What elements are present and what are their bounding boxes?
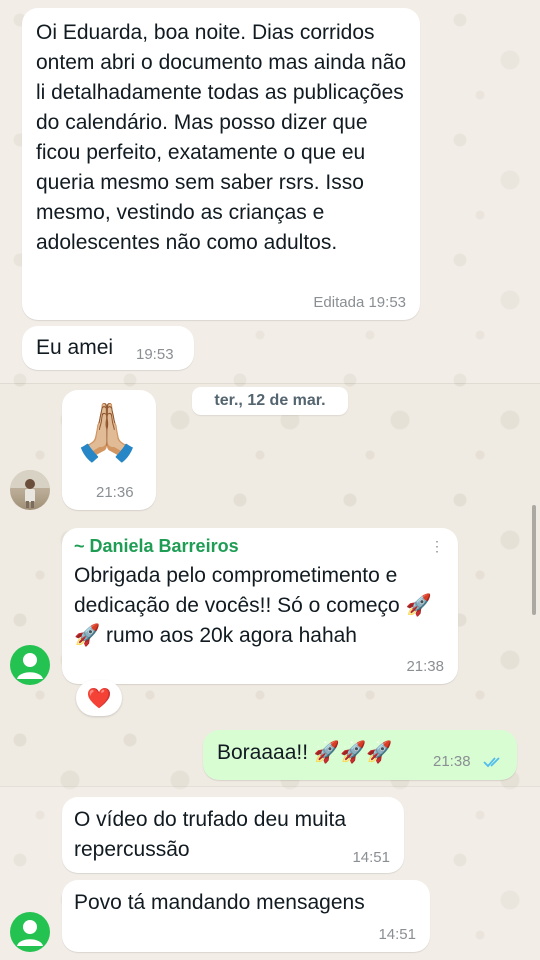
message-bubble[interactable]: ~ Daniela Barreiros Obrigada pelo compro… xyxy=(62,528,458,684)
reaction-heart[interactable]: ❤️ xyxy=(76,680,122,716)
divider xyxy=(0,383,540,384)
default-avatar-icon[interactable] xyxy=(10,912,50,952)
message-bubble[interactable]: O vídeo do trufado deu muita repercussão… xyxy=(62,797,404,873)
default-avatar-icon[interactable] xyxy=(10,645,50,685)
read-check-icon xyxy=(483,757,500,768)
sender-name[interactable]: ~ Daniela Barreiros xyxy=(74,536,444,557)
message-time: Editada 19:53 xyxy=(313,294,406,311)
emoji-folded-hands: 🙏🏼 xyxy=(72,400,142,463)
message-bubble[interactable]: Oi Eduarda, boa noite. Dias corridos ont… xyxy=(22,8,420,320)
message-text: Oi Eduarda, boa noite. Dias corridos ont… xyxy=(36,21,407,254)
message-bubble[interactable]: Eu amei 19:53 xyxy=(22,326,194,370)
message-text: Obrigada pelo comprometimento e dedicaçã… xyxy=(74,564,432,647)
message-bubble[interactable]: 🙏🏼 21:36 xyxy=(62,390,156,510)
heart-icon: ❤️ xyxy=(86,687,112,710)
message-time: 14:51 xyxy=(378,926,416,943)
message-text: Eu amei xyxy=(36,336,114,359)
message-bubble[interactable]: Povo tá mandando mensagens 14:51 xyxy=(62,880,430,952)
contact-avatar[interactable] xyxy=(10,470,50,510)
message-time: 14:51 xyxy=(352,849,390,866)
message-text: Povo tá mandando mensagens xyxy=(74,891,365,914)
more-dots[interactable]: ⋮ xyxy=(430,538,444,555)
message-time: 21:38 xyxy=(433,753,471,770)
scrollbar[interactable] xyxy=(532,505,536,615)
message-bubble-outgoing[interactable]: Boraaaa!! 🚀🚀🚀 21:38 xyxy=(203,730,517,780)
message-text: O vídeo do trufado deu muita repercussão xyxy=(74,808,347,861)
message-time: 21:36 xyxy=(96,484,134,501)
message-text: Boraaaa!! 🚀🚀🚀 xyxy=(217,741,393,764)
divider xyxy=(0,786,540,787)
message-time: 21:38 xyxy=(406,658,444,675)
date-separator: ter., 12 de mar. xyxy=(192,387,348,415)
message-time: 19:53 xyxy=(136,346,174,363)
